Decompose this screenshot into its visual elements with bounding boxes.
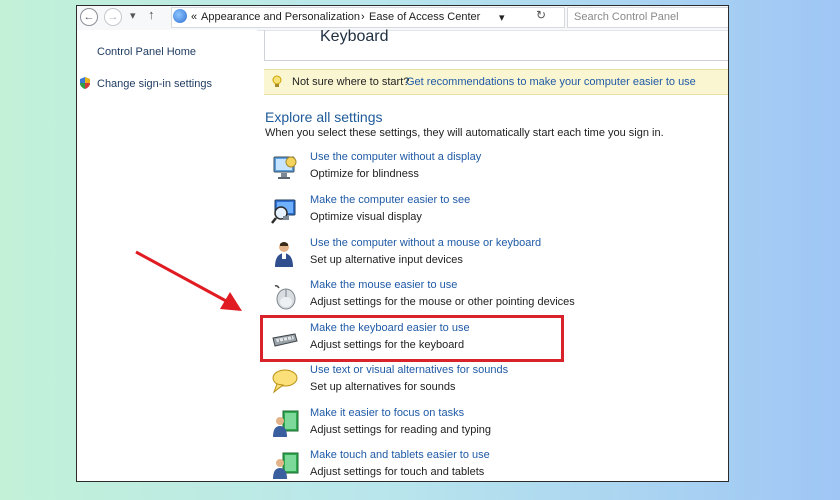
settings-item-description: Adjust settings for touch and tablets	[310, 466, 485, 478]
settings-item-link[interactable]: Make the mouse easier to use	[310, 279, 457, 291]
up-button[interactable]: ↑	[148, 7, 155, 22]
address-dropdown-icon[interactable]: ▾	[499, 11, 505, 24]
lightbulb-icon	[272, 75, 282, 87]
breadcrumb-separator: ›	[361, 11, 365, 23]
control-panel-icon	[173, 9, 187, 23]
settings-item-easier-to-see[interactable]: Make the computer easier to see Optimize…	[271, 194, 691, 232]
navigation-bar: ← → ▾ ↑ « Appearance and Personalization…	[77, 6, 728, 31]
settings-item-description: Optimize visual display	[310, 211, 422, 223]
settings-item-link[interactable]: Make it easier to focus on tasks	[310, 407, 464, 419]
search-placeholder: Search Control Panel	[574, 11, 679, 23]
settings-item-description: Optimize for blindness	[310, 168, 419, 180]
page-title: Keyboard	[320, 28, 389, 45]
section-subtitle: When you select these settings, they wil…	[265, 127, 664, 139]
shield-icon	[80, 77, 90, 89]
recent-pages-dropdown[interactable]: ▾	[130, 9, 136, 22]
breadcrumb-ease-of-access[interactable]: Ease of Access Center	[369, 11, 480, 23]
back-button[interactable]: ←	[80, 8, 98, 26]
forward-button[interactable]: →	[104, 8, 122, 26]
hint-question: Not sure where to start?	[292, 76, 410, 88]
settings-item-description: Set up alternative input devices	[310, 254, 463, 266]
breadcrumb-appearance[interactable]: Appearance and Personalization	[201, 11, 360, 23]
display-icon	[273, 156, 297, 179]
person-icon	[275, 242, 293, 267]
settings-item-no-display[interactable]: Use the computer without a display Optim…	[271, 151, 691, 189]
section-title: Explore all settings	[265, 109, 383, 125]
get-recommendations-link[interactable]: Get recommendations to make your compute…	[406, 76, 696, 88]
settings-item-link[interactable]: Make the computer easier to see	[310, 194, 470, 206]
address-bar[interactable]: « Appearance and Personalization › Ease …	[171, 7, 565, 28]
control-panel-window: ← → ▾ ↑ « Appearance and Personalization…	[76, 5, 729, 482]
settings-item-link[interactable]: Use the computer without a mouse or keyb…	[310, 237, 541, 249]
speech-bubble-icon	[272, 369, 298, 394]
settings-item-mouse[interactable]: Make the mouse easier to use Adjust sett…	[271, 279, 691, 317]
settings-item-description: Adjust settings for reading and typing	[310, 424, 492, 436]
mouse-icon	[274, 285, 296, 310]
change-signin-settings-link[interactable]: Change sign-in settings	[97, 78, 212, 90]
person-tablet-icon	[273, 452, 299, 479]
search-box[interactable]: Search Control Panel	[567, 7, 728, 28]
settings-item-focus[interactable]: Make it easier to focus on tasks Adjust …	[271, 407, 691, 445]
person-board-icon	[273, 410, 299, 437]
forward-arrow-icon: →	[107, 11, 119, 23]
magnifier-monitor-icon	[271, 199, 296, 224]
back-arrow-icon: ←	[83, 11, 95, 23]
settings-item-touch-tablets[interactable]: Make touch and tablets easier to use Adj…	[271, 449, 691, 481]
highlight-box	[260, 315, 564, 362]
left-pane: Control Panel Home Change sign-in settin…	[77, 30, 257, 481]
settings-item-link[interactable]: Use text or visual alternatives for soun…	[310, 364, 508, 376]
control-panel-home-link[interactable]: Control Panel Home	[97, 46, 196, 58]
settings-item-link[interactable]: Use the computer without a display	[310, 151, 481, 163]
settings-item-no-mouse-keyboard[interactable]: Use the computer without a mouse or keyb…	[271, 237, 691, 275]
refresh-button[interactable]: ↻	[536, 8, 546, 22]
recommendation-bar: Not sure where to start? Get recommendat…	[264, 69, 728, 95]
settings-item-description: Adjust settings for the mouse or other p…	[310, 296, 575, 308]
settings-item-sound-alternatives[interactable]: Use text or visual alternatives for soun…	[271, 364, 691, 402]
settings-item-link[interactable]: Make touch and tablets easier to use	[310, 449, 490, 461]
breadcrumb-overflow[interactable]: «	[191, 11, 197, 23]
settings-item-description: Set up alternatives for sounds	[310, 381, 456, 393]
